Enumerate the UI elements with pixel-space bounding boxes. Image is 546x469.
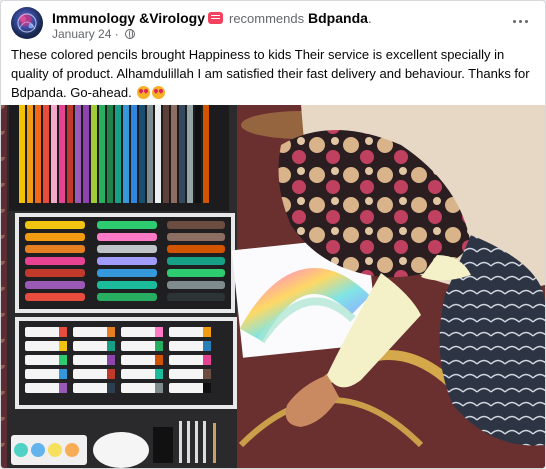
post-card: Immunology &Virology recommends Bdpanda. … (0, 0, 546, 469)
dot-icon (518, 19, 522, 23)
post-photo-illustration (1, 105, 545, 468)
recommended-page-link[interactable]: Bdpanda (308, 10, 368, 26)
heart-eyes-emoji (152, 86, 166, 99)
globe-icon (125, 29, 136, 39)
crayons-tray (25, 221, 225, 301)
dot-icon (524, 19, 528, 23)
post-photo[interactable] (1, 105, 545, 468)
post-date[interactable]: January 24 (52, 27, 111, 41)
dot-icon (512, 19, 516, 23)
heart-eyes-emoji (137, 86, 151, 99)
recommend-icon (207, 12, 223, 24)
recommends-label: recommends (228, 11, 305, 26)
post-body: These colored pencils brought Happiness … (11, 45, 533, 102)
post-meta: January 24 · (52, 27, 136, 41)
more-options-icon[interactable] (507, 11, 533, 31)
page-avatar[interactable] (11, 7, 43, 39)
post-text: These colored pencils brought Happiness … (11, 47, 530, 100)
page-name-link[interactable]: Immunology &Virology (52, 10, 205, 26)
post-header: Immunology &Virology recommends Bdpanda. … (11, 7, 535, 41)
header-name-line: Immunology &Virology recommends Bdpanda. (52, 9, 372, 28)
trailing-period: . (367, 10, 372, 26)
meta-separator: · (114, 27, 119, 41)
